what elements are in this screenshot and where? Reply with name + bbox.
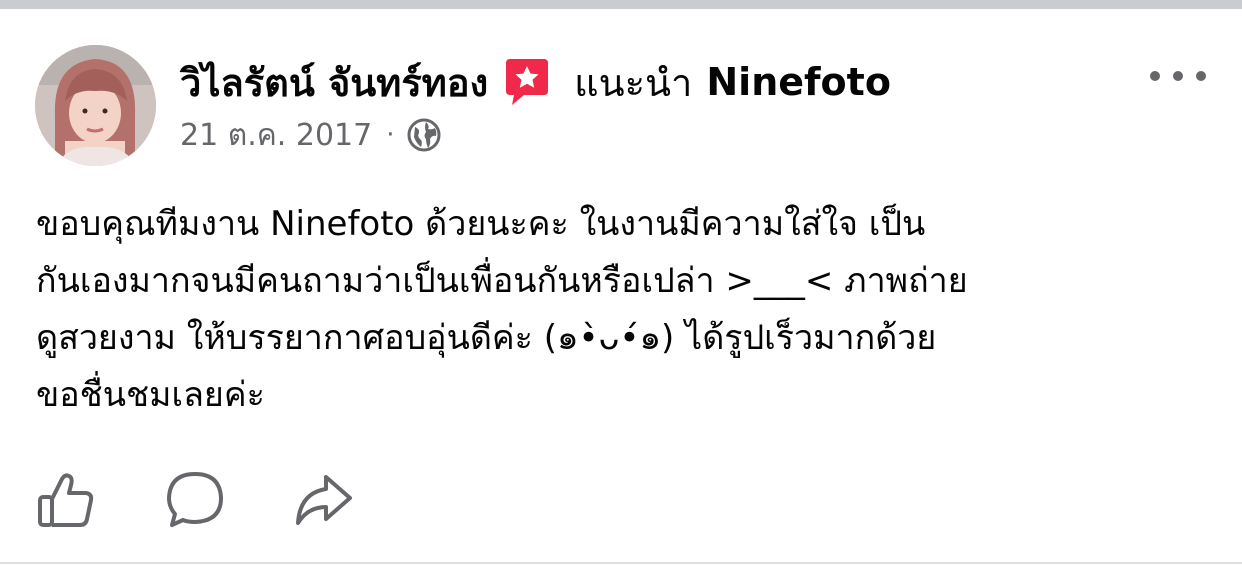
post-text-line: กันเองมากจนมีคนถามว่าเป็นเพื่อนกันหรือเป… [36, 261, 968, 301]
comment-bubble-icon[interactable] [164, 469, 226, 531]
thumbs-up-icon[interactable] [36, 469, 98, 531]
author-name[interactable]: วิไลรัตน์ จันทร์ทอง [180, 52, 488, 113]
post-text-line: ขอบคุณทีมงาน Ninefoto ด้วยนะคะ ในงานมีคว… [36, 204, 926, 244]
bottom-divider [0, 562, 1242, 564]
star-badge-icon [502, 57, 552, 107]
avatar[interactable] [35, 45, 156, 166]
more-options-icon[interactable] [1150, 58, 1206, 94]
recommendation-verb: แนะนำ [574, 60, 693, 105]
more-dot [1173, 71, 1183, 81]
post-date[interactable]: 21 ต.ค. 2017 [180, 112, 372, 159]
more-dot [1150, 71, 1160, 81]
action-bar [36, 470, 420, 530]
post-text: ขอบคุณทีมงาน Ninefoto ด้วยนะคะ ในงานมีคว… [36, 196, 1221, 424]
recommended-page-link[interactable]: Ninefoto [706, 60, 891, 104]
post-text-line: ดูสวยงาม ให้บรรยากาศอบอุ่นดีค่ะ (๑•̀ᴗ•́๑… [36, 318, 937, 358]
post-text-line: ขอชื่นชมเลยค่ะ [36, 375, 265, 415]
more-dot [1196, 71, 1206, 81]
share-arrow-icon[interactable] [292, 469, 354, 531]
meta-separator: · [386, 120, 395, 150]
globe-icon [406, 117, 442, 153]
top-divider [0, 0, 1242, 9]
post-meta: 21 ต.ค. 2017 · [180, 114, 442, 156]
post-header: วิไลรัตน์ จันทร์ทอง แนะนำ Ninefoto [180, 52, 891, 112]
